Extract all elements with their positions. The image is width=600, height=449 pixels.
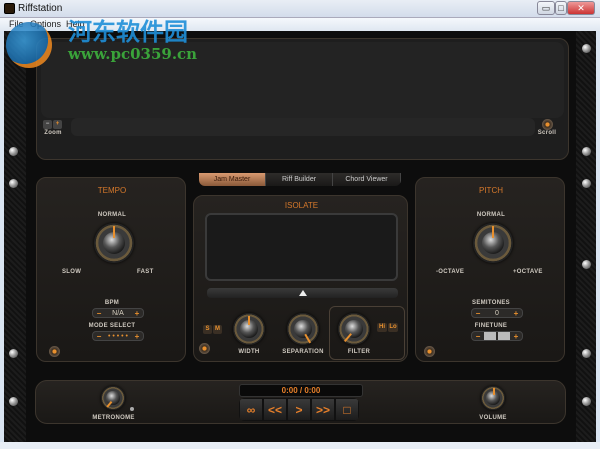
screw-icon xyxy=(582,349,591,358)
mode-plus-button[interactable]: + xyxy=(131,332,143,341)
screw-icon xyxy=(582,260,591,269)
tempo-panel: TEMPO NORMAL SLOW FAST BPM − N/A + MODE … xyxy=(36,177,186,362)
finetune-label: FINETUNE xyxy=(474,323,508,329)
mode-select-label: MODE SELECT xyxy=(88,323,136,329)
scroll-label: Scroll xyxy=(537,130,557,136)
pitch-knob[interactable] xyxy=(473,223,513,263)
time-display: 0:00 / 0:00 xyxy=(239,384,363,397)
watermark-text: 河东软件园 xyxy=(68,19,188,46)
metronome-knob[interactable] xyxy=(101,386,125,410)
bpm-minus-button[interactable]: − xyxy=(93,309,105,318)
screw-icon xyxy=(582,179,591,188)
semitones-stepper: − 0 + xyxy=(471,308,523,318)
zoom-in-button[interactable]: + xyxy=(53,120,62,129)
mode-minus-button[interactable]: − xyxy=(93,332,105,341)
pitch-normal-label: NORMAL xyxy=(476,212,506,218)
semitones-minus-button[interactable]: − xyxy=(472,309,484,318)
maximize-button[interactable]: □ xyxy=(555,1,567,15)
width-label: WIDTH xyxy=(238,349,260,355)
volume-knob[interactable] xyxy=(481,386,505,410)
tempo-normal-label: NORMAL xyxy=(97,212,127,218)
metronome-label: METRONOME xyxy=(92,415,135,421)
right-rack-rail xyxy=(576,31,596,442)
width-knob[interactable] xyxy=(233,313,265,345)
metronome-indicator xyxy=(130,407,134,411)
screw-icon xyxy=(582,147,591,156)
pitch-title: PITCH xyxy=(479,186,503,195)
tab-chord-viewer[interactable]: Chord Viewer xyxy=(333,173,401,186)
bpm-value: N/A xyxy=(112,309,124,317)
scroll-toggle[interactable] xyxy=(542,119,553,130)
tempo-fast-label: FAST xyxy=(137,269,154,275)
transport-panel: METRONOME 0:00 / 0:00 ∞ << > >> □ VOLUME xyxy=(35,380,566,424)
mute-button[interactable]: M xyxy=(213,325,222,334)
isolate-display[interactable] xyxy=(205,213,398,281)
window-title: Riffstation xyxy=(18,3,63,14)
screw-icon xyxy=(582,397,591,406)
tab-bar: Jam Master Riff Builder Chord Viewer xyxy=(199,173,401,186)
isolate-panel: ISOLATE S M WIDTH SEPARATION FILTER Hi L… xyxy=(193,195,408,362)
separation-label: SEPARATION xyxy=(282,349,324,355)
rewind-button[interactable]: << xyxy=(263,398,287,421)
screw-icon xyxy=(9,147,18,156)
tab-riff-builder[interactable]: Riff Builder xyxy=(266,173,333,186)
left-rack-rail xyxy=(4,31,26,442)
semitones-value: 0 xyxy=(495,309,499,317)
solo-button[interactable]: S xyxy=(203,325,212,334)
watermark-url: www.pc0359.cn xyxy=(68,45,198,63)
mode-value: • • • • • xyxy=(107,332,129,340)
fast-forward-button[interactable]: >> xyxy=(311,398,335,421)
status-bar xyxy=(0,442,600,449)
screw-icon xyxy=(9,397,18,406)
volume-label: VOLUME xyxy=(479,415,507,421)
isolate-title: ISOLATE xyxy=(284,201,319,210)
bpm-label: BPM xyxy=(104,300,120,306)
semitones-plus-button[interactable]: + xyxy=(510,309,522,318)
slider-handle[interactable] xyxy=(299,290,307,296)
screw-icon xyxy=(582,44,591,53)
tempo-slow-label: SLOW xyxy=(62,269,82,275)
bpm-stepper: − N/A + xyxy=(92,308,144,318)
transport-controls: ∞ << > >> □ xyxy=(239,398,359,421)
scroll-track[interactable] xyxy=(71,118,535,136)
close-button[interactable]: ✕ xyxy=(567,1,595,15)
zoom-out-button[interactable]: − xyxy=(43,120,52,129)
tempo-power-button[interactable] xyxy=(49,346,60,357)
filter-label: FILTER xyxy=(347,349,371,355)
finetune-minus-button[interactable]: − xyxy=(472,332,484,341)
mode-select-stepper: − • • • • • + xyxy=(92,331,144,341)
stop-button[interactable]: □ xyxy=(335,398,359,421)
finetune-stepper: − + xyxy=(471,331,523,341)
play-button[interactable]: > xyxy=(287,398,311,421)
pitch-panel: PITCH NORMAL -OCTAVE +OCTAVE SEMITONES −… xyxy=(415,177,565,362)
separation-knob[interactable] xyxy=(287,313,319,345)
plus-octave-label: +OCTAVE xyxy=(513,269,543,275)
screw-icon xyxy=(9,349,18,358)
pitch-power-button[interactable] xyxy=(424,346,435,357)
finetune-cell xyxy=(498,332,510,340)
isolate-power-button[interactable] xyxy=(199,343,210,354)
semitones-label: SEMITONES xyxy=(472,300,510,306)
filter-lo-button[interactable]: Lo xyxy=(388,323,398,332)
zoom-label: Zoom xyxy=(44,130,62,136)
watermark-logo xyxy=(6,22,52,68)
bpm-plus-button[interactable]: + xyxy=(131,309,143,318)
filter-knob[interactable] xyxy=(338,313,370,345)
screw-icon xyxy=(9,179,18,188)
loop-button[interactable]: ∞ xyxy=(239,398,263,421)
app-icon xyxy=(4,3,15,14)
minimize-button[interactable]: ▭ xyxy=(537,1,555,15)
isolate-pan-slider[interactable] xyxy=(207,288,398,298)
finetune-cell xyxy=(484,332,496,340)
tab-jam-master[interactable]: Jam Master xyxy=(199,173,266,186)
tempo-knob[interactable] xyxy=(94,223,134,263)
app-area: − + Zoom Scroll TEMPO NORMAL SLOW FAST B… xyxy=(4,31,596,442)
tempo-title: TEMPO xyxy=(97,186,127,195)
filter-hi-button[interactable]: Hi xyxy=(377,323,387,332)
finetune-plus-button[interactable]: + xyxy=(510,332,522,341)
minus-octave-label: -OCTAVE xyxy=(436,269,465,275)
